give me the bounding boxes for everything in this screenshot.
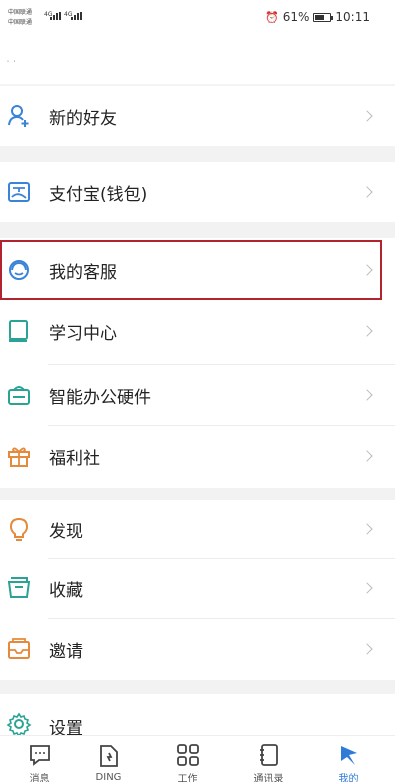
tab-label: 消息 [29,774,50,782]
tab-label: 工作 [177,774,198,782]
menu-label: 学习中心 [49,323,117,344]
tab-messages[interactable]: 消息 [0,736,79,782]
menu-label: 发现 [49,521,83,542]
device-icon [5,381,33,409]
chevron-right-icon [361,325,373,337]
signal-icon [71,12,82,20]
chat-icon [27,743,53,767]
row-separator [48,425,395,426]
add-user-icon [5,102,33,130]
section-gap [0,680,395,694]
menu-item-customer-service[interactable]: 我的客服 [0,241,395,299]
gear-icon [5,710,33,738]
menu-label: 支付宝(钱包) [49,184,148,205]
status-bar: 中国联通 中国联通 4G 4G ⏰ 61% 10:11 [0,0,395,36]
grid-icon [175,743,201,767]
chevron-right-icon [361,523,373,535]
menu-item-alipay[interactable]: 支付宝(钱包) [0,163,395,221]
menu-label: 新的好友 [49,108,117,129]
wallet-icon [5,178,33,206]
section-gap [0,488,395,500]
status-right: ⏰ 61% 10:11 [265,10,370,24]
section-gap [0,84,395,86]
clock: 10:11 [335,10,370,24]
profile-header[interactable]: ˙ ˙ [0,36,395,84]
tab-ding[interactable]: DING [69,736,148,782]
row-separator [48,618,395,619]
carrier-label-1: 中国联通 [8,9,33,16]
box-icon [5,574,33,602]
menu-label: 我的客服 [49,262,117,283]
menu-item-learning-center[interactable]: 学习中心 [0,302,395,360]
contacts-icon [256,743,282,767]
carrier-label-2: 中国联通 [8,19,33,26]
headset-icon [5,256,33,284]
envelope-icon [5,635,33,663]
menu-item-welfare[interactable]: 福利社 [0,427,395,485]
menu-label: 收藏 [49,580,83,601]
chevron-right-icon [361,110,373,122]
menu-item-favorites[interactable]: 收藏 [0,559,395,617]
tab-label: DING [95,772,122,782]
menu-label: 智能办公硬件 [49,387,151,408]
ding-icon [96,743,122,769]
menu-label: 邀请 [49,641,83,662]
alarm-icon: ⏰ [265,10,279,24]
battery-icon [313,12,334,22]
chevron-right-icon [361,264,373,276]
signal-icon [50,12,61,20]
chevron-right-icon [361,450,373,462]
tab-contacts[interactable]: 通讯录 [229,736,308,782]
section-gap [0,146,395,162]
menu-item-new-friends[interactable]: 新的好友 [0,87,395,145]
tab-me[interactable]: 我的 [309,736,388,782]
tab-label: 通讯录 [253,774,284,782]
bulb-icon [5,515,33,543]
tab-work[interactable]: 工作 [148,736,227,782]
menu-item-invite[interactable]: 邀请 [0,620,395,678]
chevron-right-icon [361,389,373,401]
me-icon [336,743,362,767]
chevron-right-icon [361,643,373,655]
bottom-tab-bar: 消息 DING 工作 通讯录 我的 [0,735,395,782]
profile-name: ˙ ˙ [6,60,17,69]
battery-percent: 61% [282,10,310,24]
menu-item-discover[interactable]: 发现 [0,500,395,558]
menu-item-smart-office[interactable]: 智能办公硬件 [0,366,395,424]
tab-label: 我的 [338,774,359,782]
chevron-right-icon [361,186,373,198]
gift-icon [5,442,33,470]
chevron-right-icon [361,582,373,594]
book-icon [5,317,33,345]
section-gap [0,222,395,238]
row-separator [48,364,395,365]
menu-label: 福利社 [49,448,100,469]
